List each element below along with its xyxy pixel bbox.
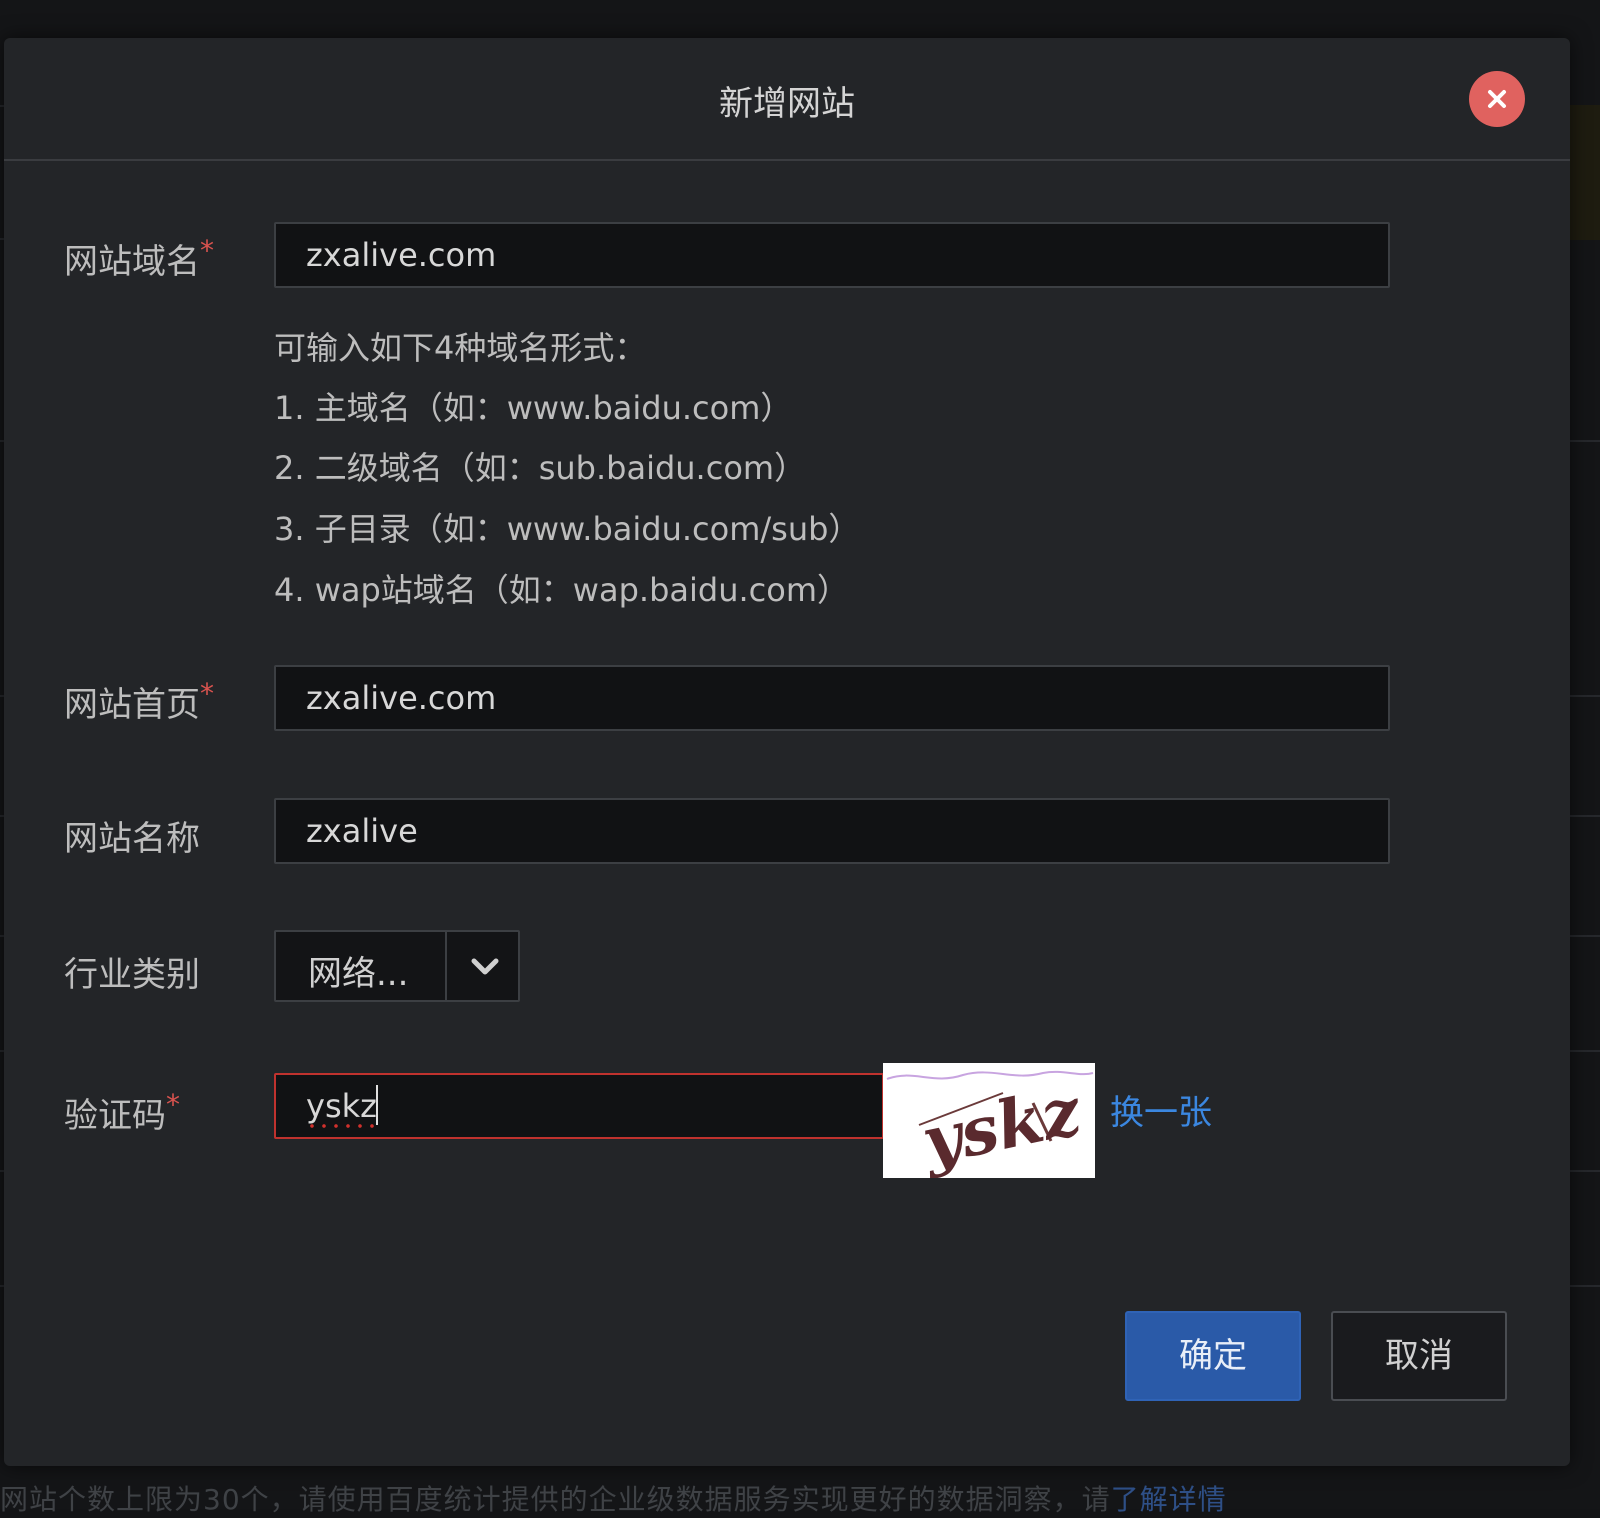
- select-divider: [445, 932, 447, 1002]
- background-notice-link[interactable]: 了解详情: [1111, 1483, 1227, 1516]
- homepage-label-text: 网站首页: [64, 685, 200, 725]
- required-mark: *: [200, 234, 214, 267]
- refresh-captcha-link[interactable]: 换一张: [1110, 1085, 1212, 1134]
- spellcheck-underline: [306, 1124, 378, 1128]
- captcha-input[interactable]: [274, 1073, 884, 1139]
- background-notice: 网站个数上限为30个，请使用百度统计提供的企业级数据服务实现更好的数据洞察，请了…: [0, 1478, 1227, 1518]
- site-name-label: 网站名称: [64, 819, 200, 859]
- homepage-input[interactable]: [274, 665, 1390, 731]
- industry-select[interactable]: 网络...: [274, 930, 520, 1002]
- background-highlight: [1568, 105, 1600, 240]
- text-caret: [376, 1085, 378, 1125]
- captcha-graphic: yskz: [886, 1070, 1094, 1181]
- chevron-down-icon: [471, 958, 499, 975]
- domain-label: 网站域名*: [64, 234, 214, 283]
- captcha-image[interactable]: yskz: [883, 1063, 1095, 1181]
- domain-hint-line: 1. 主域名（如：www.baidu.com）: [274, 389, 793, 427]
- captcha-label-text: 验证码: [64, 1096, 166, 1136]
- captcha-label: 验证码*: [64, 1088, 180, 1137]
- cancel-button[interactable]: 取消: [1331, 1311, 1507, 1401]
- industry-selected-value: 网络...: [308, 954, 409, 994]
- dialog-title: 新增网站: [719, 84, 855, 124]
- domain-hint-intro: 可输入如下4种域名形式：: [274, 329, 647, 367]
- close-button[interactable]: [1469, 71, 1525, 127]
- background-notice-text: 网站个数上限为30个，请使用百度统计提供的企业级数据服务实现更好的数据洞察，请: [0, 1483, 1111, 1516]
- industry-label: 行业类别: [64, 955, 200, 995]
- domain-hint-line: 4. wap站域名（如：wap.baidu.com）: [274, 571, 849, 609]
- homepage-label: 网站首页*: [64, 677, 214, 726]
- domain-input[interactable]: [274, 222, 1390, 288]
- domain-label-text: 网站域名: [64, 242, 200, 282]
- required-mark: *: [166, 1088, 180, 1121]
- dialog-header: 新增网站: [4, 38, 1570, 161]
- required-mark: *: [200, 677, 214, 710]
- domain-hint-line: 3. 子目录（如：www.baidu.com/sub）: [274, 510, 861, 548]
- site-name-input[interactable]: [274, 798, 1390, 864]
- confirm-button[interactable]: 确定: [1125, 1311, 1301, 1401]
- close-icon: [1488, 90, 1506, 108]
- captcha-text: yskz: [914, 1071, 1089, 1178]
- domain-hint-line: 2. 二级域名（如：sub.baidu.com）: [274, 449, 807, 487]
